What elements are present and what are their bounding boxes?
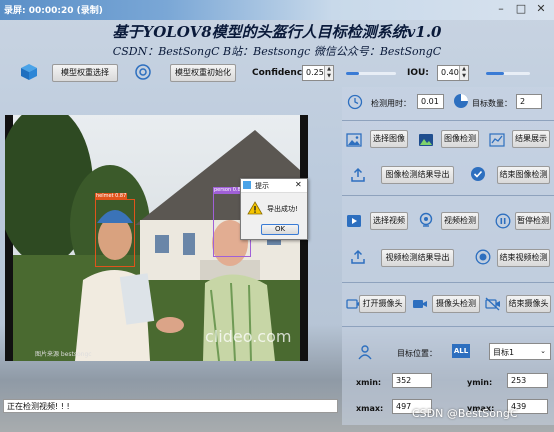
webcam-icon: [419, 212, 433, 227]
export-image-button[interactable]: 图像检测结果导出: [381, 166, 454, 184]
stop-image-button[interactable]: 结束图像检测: [497, 166, 550, 184]
app-title: 基于YOLOV8模型的头盔行人目标检测系统v1.0: [112, 23, 442, 41]
video-file-icon: [347, 215, 361, 227]
iou-spinbox[interactable]: 0.40 ▲ ▼: [437, 65, 469, 81]
divider: [342, 195, 554, 196]
target-select-value: 目标1: [493, 348, 515, 357]
target-select[interactable]: 目标1 ⌄: [489, 343, 551, 360]
xmin-field: 352: [392, 373, 432, 388]
helmet-detection-label: helmet 0.87: [95, 193, 128, 199]
status-bar: 正在检测视频! ! !: [3, 399, 338, 413]
target-label: 目标位置：: [397, 349, 437, 358]
dialog-titlebar: 提示 ✕: [241, 179, 307, 193]
iou-slider[interactable]: [486, 72, 530, 75]
iou-slider-fill: [486, 72, 504, 75]
model-init-button[interactable]: 模型权重初始化: [170, 64, 236, 82]
image-detect-button[interactable]: 图像检测: [441, 130, 479, 148]
camera-off-icon: [485, 297, 500, 311]
spin-arrows-icon[interactable]: ▲ ▼: [324, 66, 333, 80]
warning-icon: [247, 201, 263, 215]
export-video-button[interactable]: 视频检测结果导出: [381, 249, 454, 267]
csdn-watermark: CSDN @BestSongC: [412, 407, 518, 420]
clock-icon: [347, 94, 363, 110]
window-title: 录屏: 00:00:20 (录制): [4, 6, 103, 16]
count-label: 目标数量：: [472, 99, 512, 108]
stop-camera-button[interactable]: 结束摄像头: [506, 295, 551, 313]
count-field: 2: [516, 94, 542, 109]
image-icon: [346, 133, 362, 147]
check-circle-icon: [471, 167, 485, 181]
divider: [342, 120, 554, 121]
export-success-dialog: 提示 ✕ 导出成功! OK: [240, 178, 308, 240]
dialog-close-icon[interactable]: ✕: [295, 180, 302, 189]
open-camera-button[interactable]: 打开摄像头: [359, 295, 406, 313]
camera-detect-button[interactable]: 摄像头检测: [432, 295, 480, 313]
divider: [342, 326, 554, 327]
show-result-button[interactable]: 结果展示: [512, 130, 550, 148]
dialog-ok-button[interactable]: OK: [261, 224, 299, 235]
confidence-slider[interactable]: [346, 72, 396, 75]
video-detect-button[interactable]: 视频检测: [441, 212, 479, 230]
dialog-title: 提示: [255, 182, 269, 190]
xmax-label: xmax:: [356, 404, 384, 413]
upload-icon: [351, 249, 365, 264]
pie-chart-icon: [454, 94, 468, 108]
maximize-icon[interactable]: □: [514, 2, 528, 16]
dialog-message: 导出成功!: [267, 205, 298, 213]
line-chart-icon: [489, 133, 505, 147]
stop-circle-icon: [475, 249, 491, 265]
confidence-slider-fill: [346, 72, 359, 75]
chevron-down-icon: ⌄: [540, 347, 546, 355]
time-field: 0.01: [417, 94, 444, 109]
divider: [342, 282, 554, 283]
helmet-detection-box: [95, 199, 135, 267]
confidence-value: 0.25: [306, 68, 324, 77]
clideo-watermark: clideo.com: [205, 327, 292, 346]
stop-video-button[interactable]: 结束视频检测: [497, 249, 550, 267]
ymin-field: 253: [507, 373, 548, 388]
pause-button[interactable]: 暂停检测: [515, 212, 551, 230]
select-image-button[interactable]: 选择图像: [370, 130, 408, 148]
model-select-button[interactable]: 模型权重选择: [52, 64, 118, 82]
minimize-icon[interactable]: –: [494, 2, 508, 16]
photo-detect-icon: [419, 134, 433, 146]
pause-icon: [495, 213, 511, 229]
ymin-label: ymin:: [467, 378, 493, 387]
close-icon[interactable]: ✕: [534, 2, 548, 16]
xmin-label: xmin:: [356, 378, 382, 387]
video-camera-icon: [413, 300, 427, 308]
select-video-button[interactable]: 选择视频: [370, 212, 408, 230]
iou-label: IOU:: [407, 68, 429, 78]
app-icon: [243, 181, 251, 189]
title-bar: 录屏: 00:00:20 (录制) – □ ✕: [0, 0, 554, 20]
cube-icon: [21, 64, 37, 80]
target-icon: [135, 64, 151, 80]
spin-arrows-icon[interactable]: ▲ ▼: [459, 66, 468, 80]
upload-icon: [351, 167, 365, 182]
confidence-spinbox[interactable]: 0.25 ▲ ▼: [302, 65, 334, 81]
app-subtitle: CSDN：BestSongC B站：Bestsongc 微信公众号：BestSo…: [112, 45, 442, 58]
photo-credit: 图片来源 bestsongc: [35, 351, 92, 358]
all-badge: ALL: [452, 344, 470, 358]
iou-value: 0.40: [441, 68, 459, 77]
user-location-icon: [358, 345, 372, 360]
time-label: 检测用时：: [371, 99, 411, 108]
